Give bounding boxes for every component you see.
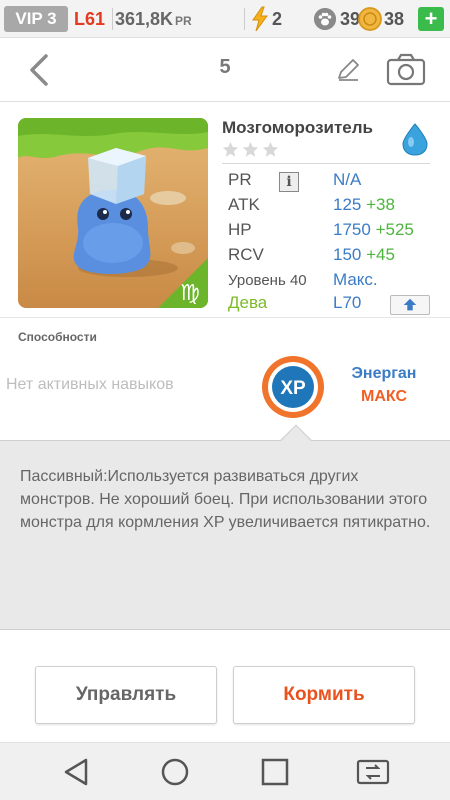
stat-value: N/A [333,170,362,189]
stat-base: 150 [333,245,362,264]
nav-recents-icon[interactable] [258,755,292,789]
stat-label: PR [228,170,252,189]
stat-bonus: +525 [375,220,414,239]
stat-value: L70 [333,293,362,312]
paw-icon [314,8,336,30]
stat-bonus: +45 [366,245,395,264]
separator [112,8,113,30]
zodiac-label: Дева [228,293,268,312]
star-empty-icon [262,141,279,157]
energy-counter[interactable]: 2 [250,5,282,33]
stat-row-atk: ATK 125 +38 [222,195,432,221]
manage-button[interactable]: Управлять [35,666,217,724]
star-empty-icon [222,141,239,157]
virgo-icon: ♍ [180,281,200,306]
lightning-icon [252,6,268,32]
star-rating [222,141,279,158]
stat-bonus: +38 [366,195,395,214]
camera-icon[interactable] [386,52,426,86]
nav-home-icon[interactable] [158,755,192,789]
vip-badge[interactable]: VIP 3 [4,6,68,32]
stat-value: 1750 +525 [333,220,414,240]
passive-ability-level: МАКС [361,388,407,405]
monster-name: Мозгоморозитель [222,118,373,137]
ability-description: Пассивный:Используется развиваться други… [20,468,431,531]
water-drop-icon [402,123,428,156]
coin-value: 38 [384,8,405,29]
divider [222,163,430,164]
stat-row-rcv: RCV 150 +45 [222,245,432,271]
header: 5 [0,38,450,102]
status-bar: VIP 3 L61 361,8K PR 2 39K 38 + [0,0,450,38]
monster-portrait[interactable]: ♍ [18,118,208,308]
stat-label: HP [228,220,252,239]
stat-label: ATK [228,195,260,214]
stat-label: RCV [228,245,264,264]
arrow-up-icon [403,298,417,311]
coin-counter[interactable]: 38 [358,5,404,33]
stat-base: 1750 [333,220,371,239]
info-icon[interactable]: i [279,172,299,192]
stat-value: 150 +45 [333,245,395,265]
star-empty-icon [242,141,259,157]
pr-value: 361,8K [115,9,174,29]
feed-button[interactable]: Кормить [233,666,415,724]
upgrade-arrow-button[interactable] [390,295,430,315]
no-active-skills: Нет активных навыков [6,376,174,393]
stat-value: Макс. [333,270,378,289]
section-divider [0,317,450,318]
stat-value: 125 +38 [333,195,395,215]
stat-base: 125 [333,195,362,214]
nav-back-icon[interactable] [60,755,94,789]
player-power-rating: 361,8K PR [115,6,192,34]
nav-switch-apps-icon[interactable] [356,755,390,789]
stat-row-sign: Дева L70 [222,293,432,319]
stat-row-pr: PR i N/A [222,170,432,196]
pencil-icon[interactable] [334,56,362,84]
coin-icon [358,7,382,31]
xp-ability-badge[interactable]: XP [260,354,326,420]
energy-value: 2 [272,8,283,29]
add-currency-button[interactable]: + [418,7,444,31]
stat-row-hp: HP 1750 +525 [222,220,432,246]
abilities-heading: Способности [18,330,97,344]
player-level: L61 [74,9,106,29]
pr-unit: PR [175,14,192,28]
stat-label: Уровень 40 [228,272,307,289]
system-nav-bar [0,742,450,800]
separator [244,8,245,30]
xp-badge-text: XP [280,378,306,399]
passive-ability-name: Энерган [351,365,417,382]
page-title: 5 [219,56,231,78]
